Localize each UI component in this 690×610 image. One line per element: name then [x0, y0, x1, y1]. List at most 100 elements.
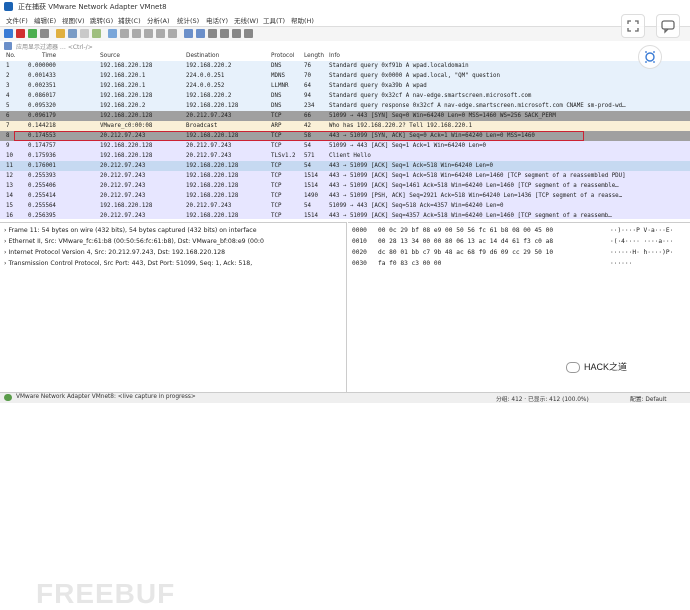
- packet-cell-len: 571: [304, 153, 315, 159]
- lens-icon[interactable]: [638, 45, 662, 69]
- packet-cell-dst: 192.168.220.128: [186, 103, 239, 109]
- packet-cell-no: 2: [6, 73, 10, 79]
- capture-options-icon[interactable]: [40, 29, 49, 38]
- packet-cell-no: 7: [6, 123, 10, 129]
- packet-cell-src: VMware_c0:00:08: [100, 123, 153, 129]
- col-length[interactable]: Length: [304, 53, 324, 59]
- packet-cell-info: 443 → 51099 [ACK] Seq=4357 Ack=518 Win=6…: [329, 213, 612, 219]
- hex-bytes[interactable]: 00 0c 29 bf 08 e9 00 50 56 fc 61 b8 08 0…: [378, 227, 553, 234]
- resize-columns-icon[interactable]: [244, 29, 253, 38]
- hex-ascii[interactable]: ······: [610, 260, 632, 267]
- zoom-in-icon[interactable]: [208, 29, 217, 38]
- packet-cell-time: 0.000000: [28, 63, 56, 69]
- menu-tools[interactable]: 工具(T): [263, 15, 285, 25]
- reload-icon[interactable]: [92, 29, 101, 38]
- save-file-icon[interactable]: [68, 29, 77, 38]
- packet-cell-len: 1514: [304, 183, 318, 189]
- hex-bytes[interactable]: dc 80 01 bb c7 9b 48 ac 68 f9 d6 09 cc 2…: [378, 249, 553, 256]
- hex-off[interactable]: 0010: [352, 238, 367, 245]
- packet-cell-len: 1514: [304, 213, 318, 219]
- hex-ascii[interactable]: ······H· h····)P·: [610, 249, 673, 256]
- hex-bytes[interactable]: 00 28 13 34 00 00 80 06 13 ac 14 d4 61 f…: [378, 238, 553, 245]
- packet-cell-info: 443 → 51099 [PSH, ACK] Seq=2921 Ack=518 …: [329, 193, 623, 199]
- go-back-icon[interactable]: [120, 29, 129, 38]
- packet-cell-time: 0.256395: [28, 213, 56, 219]
- packet-cell-len: 54: [304, 203, 311, 209]
- col-time[interactable]: Time: [42, 53, 56, 59]
- col-protocol[interactable]: Protocol: [271, 53, 294, 59]
- packet-cell-dst: 192.168.220.128: [186, 173, 239, 179]
- hex-ascii[interactable]: ·(·4···· ····a···: [610, 238, 673, 245]
- go-forward-icon[interactable]: [132, 29, 141, 38]
- packet-cell-time: 0.255406: [28, 183, 56, 189]
- packet-cell-dst: 224.0.0.251: [186, 73, 225, 79]
- packet-cell-proto: MDNS: [271, 73, 285, 79]
- packet-cell-src: 192.168.220.1: [100, 83, 146, 89]
- col-info[interactable]: Info: [329, 53, 340, 59]
- packet-cell-time: 0.255414: [28, 193, 56, 199]
- packet-list: 1 0.000000 192.168.220.128 192.168.220.2 DNS…: [0, 61, 690, 219]
- restart-capture-icon[interactable]: [28, 29, 37, 38]
- hex-ascii[interactable]: ··)····P V·a···E·: [610, 227, 673, 234]
- go-to-packet-icon[interactable]: [144, 29, 153, 38]
- packet-cell-time: 0.175936: [28, 153, 56, 159]
- menu-capture[interactable]: 捕获(C): [118, 15, 141, 25]
- col-no[interactable]: No.: [6, 53, 16, 59]
- hex-bytes[interactable]: fa f0 83 c3 00 00: [378, 260, 441, 267]
- hex-off[interactable]: 0030: [352, 260, 367, 267]
- selected-row-highlight: [14, 131, 584, 141]
- detail-tcp[interactable]: › Transmission Control Protocol, Src Por…: [4, 260, 252, 267]
- detail-ethernet[interactable]: › Ethernet II, Src: VMware_fc:61:b8 (00:…: [4, 238, 264, 245]
- packet-cell-no: 11: [6, 163, 13, 169]
- packet-cell-src: 20.212.97.243: [100, 213, 146, 219]
- find-packet-icon[interactable]: [108, 29, 117, 38]
- auto-scroll-icon[interactable]: [184, 29, 193, 38]
- menu-view[interactable]: 视图(V): [62, 15, 85, 25]
- filter-placeholder: 应用显示过滤器 … <Ctrl-/>: [16, 44, 93, 51]
- packet-cell-proto: TCP: [271, 213, 282, 219]
- col-destination[interactable]: Destination: [186, 53, 219, 59]
- packet-cell-time: 0.144218: [28, 123, 56, 129]
- detail-frame[interactable]: › Frame 11: 54 bytes on wire (432 bits),…: [4, 227, 257, 234]
- menu-go[interactable]: 跳转(G): [90, 15, 113, 25]
- col-source[interactable]: Source: [100, 53, 120, 59]
- bookmark-icon[interactable]: [4, 42, 12, 50]
- packet-cell-proto: DNS: [271, 93, 282, 99]
- packet-cell-dst: 192.168.220.2: [186, 93, 232, 99]
- hex-off[interactable]: 0000: [352, 227, 367, 234]
- packet-cell-info: 443 → 51099 [ACK] Seq=1 Ack=518 Win=6424…: [329, 163, 494, 169]
- expand-icon[interactable]: [621, 14, 645, 38]
- packet-cell-proto: TCP: [271, 193, 282, 199]
- last-packet-icon[interactable]: [168, 29, 177, 38]
- packet-row[interactable]: 16 0.256395 20.212.97.243 192.168.220.128 TC…: [0, 211, 690, 219]
- packet-cell-info: Standard query 0xf91b A wpad.localdomain: [329, 63, 469, 69]
- zoom-out-icon[interactable]: [220, 29, 229, 38]
- zoom-normal-icon[interactable]: [232, 29, 241, 38]
- first-packet-icon[interactable]: [156, 29, 165, 38]
- menu-telephony[interactable]: 电话(Y): [206, 15, 228, 25]
- colorize-icon[interactable]: [196, 29, 205, 38]
- open-file-icon[interactable]: [56, 29, 65, 38]
- packet-cell-len: 76: [304, 63, 311, 69]
- packet-cell-proto: TLSv1.2: [271, 153, 296, 159]
- packet-cell-no: 3: [6, 83, 10, 89]
- menu-edit[interactable]: 编辑(E): [34, 15, 56, 25]
- detail-ip[interactable]: › Internet Protocol Version 4, Src: 20.2…: [4, 249, 225, 256]
- shark-fin-icon[interactable]: [4, 29, 13, 38]
- hex-off[interactable]: 0020: [352, 249, 367, 256]
- packet-cell-len: 54: [304, 143, 311, 149]
- comment-icon[interactable]: [656, 14, 680, 38]
- packet-cell-no: 16: [6, 213, 13, 219]
- menu-file[interactable]: 文件(F): [6, 15, 28, 25]
- freebuf-watermark: FREEBUF: [36, 578, 176, 609]
- stop-capture-icon[interactable]: [16, 29, 25, 38]
- packet-cell-src: 192.168.220.128: [100, 113, 153, 119]
- menu-wireless[interactable]: 无线(W): [234, 15, 259, 25]
- menu-statistics[interactable]: 统计(S): [177, 15, 199, 25]
- menu-help[interactable]: 帮助(H): [291, 15, 314, 25]
- menu-analyze[interactable]: 分析(A): [147, 15, 170, 25]
- packet-cell-info: 51099 → 443 [ACK] Seq=518 Ack=4357 Win=6…: [329, 203, 504, 209]
- close-file-icon[interactable]: [80, 29, 89, 38]
- packet-cell-no: 15: [6, 203, 13, 209]
- main-toolbar: [0, 26, 690, 42]
